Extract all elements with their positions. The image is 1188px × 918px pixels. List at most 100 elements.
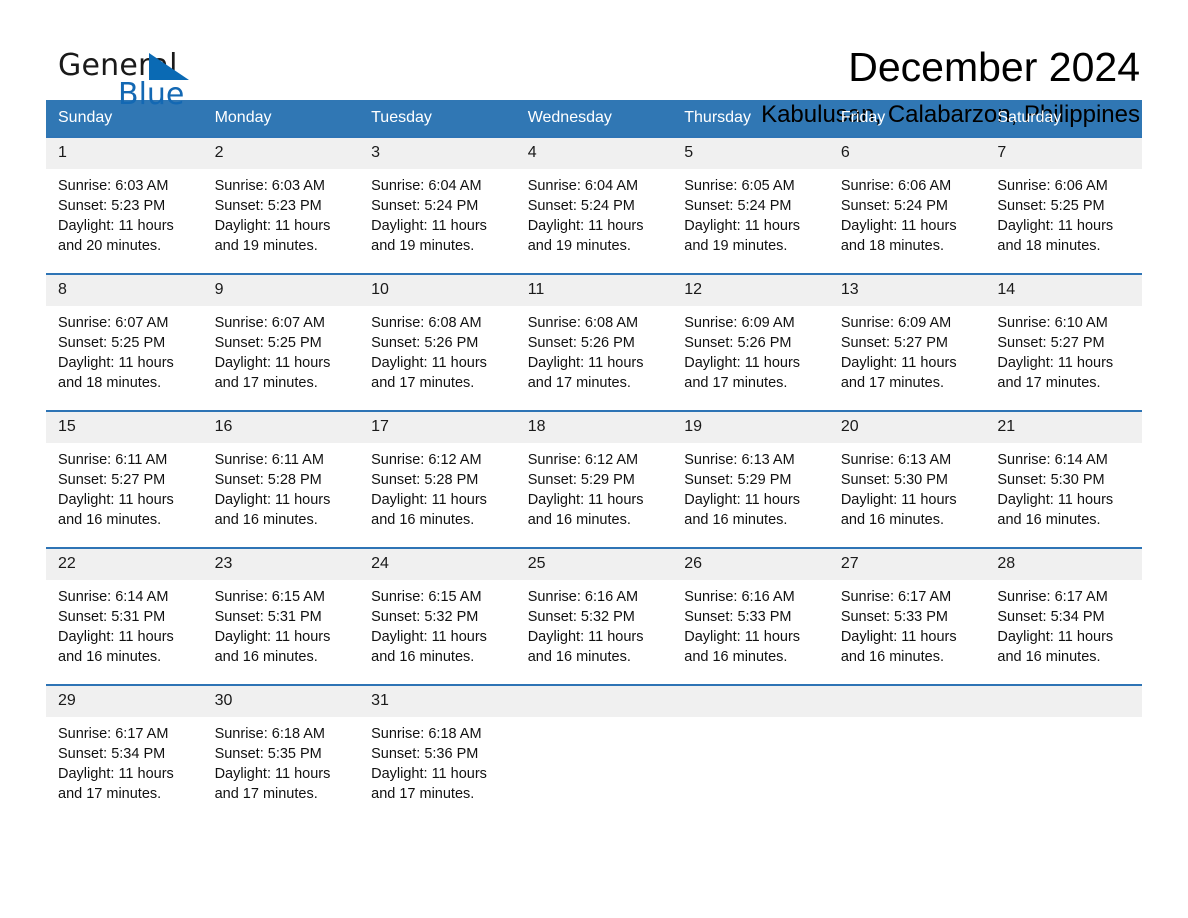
day-cell[interactable]: 5 Sunrise: 6:05 AM Sunset: 5:24 PM Dayli… [672, 137, 829, 274]
page-title: December 2024 [848, 44, 1140, 90]
sunset-text: Sunset: 5:25 PM [997, 198, 1105, 214]
day-cell[interactable]: 27 Sunrise: 6:17 AM Sunset: 5:33 PM Dayl… [828, 548, 986, 685]
sunset-text: Sunset: 5:30 PM [997, 472, 1105, 488]
day-number: 17 [359, 412, 516, 443]
day-cell[interactable]: 7 Sunrise: 6:06 AM Sunset: 5:25 PM Dayli… [985, 137, 1142, 274]
sunset-text: Sunset: 5:29 PM [527, 472, 635, 488]
daylight-text-line2: and 16 minutes. [58, 512, 162, 528]
sunset-text: Sunset: 5:33 PM [684, 609, 792, 625]
daylight-text-line1: Daylight: 11 hours [527, 355, 644, 371]
sunset-text: Sunset: 5:32 PM [527, 609, 635, 625]
day-details: Sunrise: 6:12 AM Sunset: 5:29 PM Dayligh… [516, 443, 673, 530]
daylight-text-line2: and 17 minutes. [58, 786, 162, 802]
day-cell[interactable]: 11 Sunrise: 6:08 AM Sunset: 5:26 PM Dayl… [515, 274, 673, 411]
day-number: 24 [359, 549, 516, 580]
day-cell[interactable]: 29 Sunrise: 6:17 AM Sunset: 5:34 PM Dayl… [46, 685, 203, 821]
daylight-text-line1: Daylight: 11 hours [371, 492, 487, 508]
daylight-text-line1: Daylight: 11 hours [840, 218, 957, 234]
day-cell[interactable]: 19 Sunrise: 6:13 AM Sunset: 5:29 PM Dayl… [672, 411, 829, 548]
sunset-text: Sunset: 5:23 PM [214, 198, 322, 214]
day-cell[interactable]: 15 Sunrise: 6:11 AM Sunset: 5:27 PM Dayl… [46, 411, 203, 548]
daylight-text-line1: Daylight: 11 hours [997, 355, 1114, 371]
day-cell[interactable]: 21 Sunrise: 6:14 AM Sunset: 5:30 PM Dayl… [985, 411, 1142, 548]
day-number: 4 [515, 138, 673, 169]
sunset-text: Sunset: 5:26 PM [527, 335, 635, 351]
daylight-text-line2: and 16 minutes. [684, 649, 788, 665]
day-number: 11 [515, 275, 673, 306]
day-number: 14 [985, 275, 1142, 306]
daylight-text-line2: and 18 minutes. [58, 375, 162, 391]
generalblue-logo[interactable]: General Blue [46, 44, 206, 114]
daylight-text-line1: Daylight: 11 hours [214, 355, 331, 371]
daylight-text-line2: and 16 minutes. [840, 649, 944, 665]
daylight-text-line1: Daylight: 11 hours [684, 492, 801, 508]
day-cell[interactable]: 31 Sunrise: 6:18 AM Sunset: 5:36 PM Dayl… [359, 685, 516, 821]
sunrise-text: Sunrise: 6:07 AM [58, 315, 169, 331]
day-cell[interactable]: 10 Sunrise: 6:08 AM Sunset: 5:26 PM Dayl… [359, 274, 516, 411]
sunset-text: Sunset: 5:30 PM [840, 472, 949, 488]
daylight-text-line1: Daylight: 11 hours [527, 629, 644, 645]
daylight-text-line1: Daylight: 11 hours [840, 492, 957, 508]
day-cell[interactable]: 4 Sunrise: 6:04 AM Sunset: 5:24 PM Dayli… [515, 137, 673, 274]
week-row: 22 Sunrise: 6:14 AM Sunset: 5:31 PM Dayl… [46, 548, 1142, 685]
day-details: Sunrise: 6:17 AM Sunset: 5:34 PM Dayligh… [46, 717, 203, 804]
daylight-text-line1: Daylight: 11 hours [997, 492, 1114, 508]
day-cell[interactable]: 25 Sunrise: 6:16 AM Sunset: 5:32 PM Dayl… [515, 548, 673, 685]
day-cell[interactable]: 20 Sunrise: 6:13 AM Sunset: 5:30 PM Dayl… [828, 411, 986, 548]
day-cell[interactable]: 17 Sunrise: 6:12 AM Sunset: 5:28 PM Dayl… [359, 411, 516, 548]
daylight-text-line2: and 16 minutes. [371, 649, 475, 665]
day-cell-empty [985, 685, 1142, 821]
daylight-text-line1: Daylight: 11 hours [58, 355, 174, 371]
daylight-text-line2: and 19 minutes. [527, 238, 631, 254]
day-cell[interactable]: 13 Sunrise: 6:09 AM Sunset: 5:27 PM Dayl… [828, 274, 986, 411]
week-row: 29 Sunrise: 6:17 AM Sunset: 5:34 PM Dayl… [46, 685, 1142, 821]
day-cell[interactable]: 2 Sunrise: 6:03 AM Sunset: 5:23 PM Dayli… [202, 137, 360, 274]
sunset-text: Sunset: 5:31 PM [58, 609, 166, 625]
day-cell[interactable]: 24 Sunrise: 6:15 AM Sunset: 5:32 PM Dayl… [359, 548, 516, 685]
day-details: Sunrise: 6:12 AM Sunset: 5:28 PM Dayligh… [359, 443, 516, 530]
day-cell[interactable]: 1 Sunrise: 6:03 AM Sunset: 5:23 PM Dayli… [46, 137, 203, 274]
daylight-text-line1: Daylight: 11 hours [371, 629, 487, 645]
sunrise-text: Sunrise: 6:11 AM [214, 452, 324, 468]
sunrise-text: Sunrise: 6:08 AM [371, 315, 482, 331]
day-details: Sunrise: 6:03 AM Sunset: 5:23 PM Dayligh… [46, 169, 203, 256]
day-cell[interactable]: 9 Sunrise: 6:07 AM Sunset: 5:25 PM Dayli… [202, 274, 360, 411]
day-cell[interactable]: 26 Sunrise: 6:16 AM Sunset: 5:33 PM Dayl… [672, 548, 829, 685]
sunrise-text: Sunrise: 6:06 AM [840, 178, 952, 194]
sunset-text: Sunset: 5:27 PM [997, 335, 1105, 351]
daylight-text-line2: and 16 minutes. [997, 649, 1101, 665]
day-cell[interactable]: 8 Sunrise: 6:07 AM Sunset: 5:25 PM Dayli… [46, 274, 203, 411]
daylight-text-line2: and 19 minutes. [684, 238, 788, 254]
sunrise-text: Sunrise: 6:03 AM [214, 178, 325, 194]
day-details: Sunrise: 6:07 AM Sunset: 5:25 PM Dayligh… [46, 306, 203, 393]
day-cell[interactable]: 28 Sunrise: 6:17 AM Sunset: 5:34 PM Dayl… [985, 548, 1142, 685]
calendar-body: 1 Sunrise: 6:03 AM Sunset: 5:23 PM Dayli… [46, 137, 1142, 821]
sunrise-text: Sunrise: 6:03 AM [58, 178, 169, 194]
day-cell[interactable]: 30 Sunrise: 6:18 AM Sunset: 5:35 PM Dayl… [202, 685, 360, 821]
day-number: 6 [828, 138, 986, 169]
day-number: 27 [828, 549, 986, 580]
sunrise-text: Sunrise: 6:15 AM [371, 589, 482, 605]
sunset-text: Sunset: 5:27 PM [58, 472, 166, 488]
sunrise-text: Sunrise: 6:13 AM [684, 452, 795, 468]
day-cell[interactable]: 6 Sunrise: 6:06 AM Sunset: 5:24 PM Dayli… [828, 137, 986, 274]
day-cell[interactable]: 22 Sunrise: 6:14 AM Sunset: 5:31 PM Dayl… [46, 548, 203, 685]
day-cell[interactable]: 23 Sunrise: 6:15 AM Sunset: 5:31 PM Dayl… [202, 548, 360, 685]
daylight-text-line1: Daylight: 11 hours [214, 629, 331, 645]
sunrise-text: Sunrise: 6:17 AM [840, 589, 952, 605]
daylight-text-line1: Daylight: 11 hours [58, 629, 174, 645]
day-cell[interactable]: 3 Sunrise: 6:04 AM Sunset: 5:24 PM Dayli… [359, 137, 516, 274]
daylight-text-line2: and 16 minutes. [997, 512, 1101, 528]
day-cell[interactable]: 16 Sunrise: 6:11 AM Sunset: 5:28 PM Dayl… [202, 411, 360, 548]
day-cell[interactable]: 18 Sunrise: 6:12 AM Sunset: 5:29 PM Dayl… [515, 411, 673, 548]
day-details: Sunrise: 6:08 AM Sunset: 5:26 PM Dayligh… [359, 306, 516, 393]
day-cell[interactable]: 14 Sunrise: 6:10 AM Sunset: 5:27 PM Dayl… [985, 274, 1142, 411]
sunrise-text: Sunrise: 6:06 AM [997, 178, 1108, 194]
day-details: Sunrise: 6:18 AM Sunset: 5:35 PM Dayligh… [203, 717, 360, 804]
day-cell[interactable]: 12 Sunrise: 6:09 AM Sunset: 5:26 PM Dayl… [672, 274, 829, 411]
daylight-text-line2: and 17 minutes. [684, 375, 788, 391]
day-number: 30 [202, 686, 360, 717]
logo-text-blue: Blue [118, 77, 185, 112]
day-number: 20 [828, 412, 986, 443]
day-number: 7 [985, 138, 1142, 169]
